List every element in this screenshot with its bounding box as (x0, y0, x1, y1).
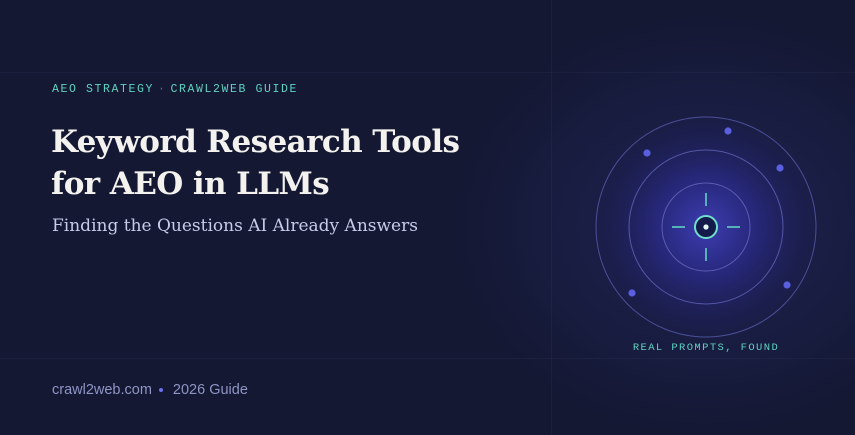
page-title-line-2: for AEO in LLMs (51, 166, 330, 202)
page-subtitle: Finding the Questions AI Already Answers (52, 216, 418, 236)
eyebrow-category: AEO STRATEGY (52, 83, 155, 96)
hero-banner: AEO STRATEGY · CRAWL2WEB GUIDE Keyword Res… (0, 0, 855, 435)
footer: crawl2web.com 2026 Guide (52, 382, 248, 398)
footer-site: crawl2web.com (52, 382, 152, 398)
orbit-dot (783, 281, 791, 289)
eyebrow-source: CRAWL2WEB GUIDE (170, 83, 299, 96)
page-title: Keyword Research Tools for AEO in LLMs (51, 121, 571, 205)
footer-separator-dot (158, 388, 163, 392)
grid-line (551, 0, 552, 435)
page-title-line-1: Keyword Research Tools (51, 124, 460, 160)
eyebrow-label: AEO STRATEGY · CRAWL2WEB GUIDE (52, 83, 298, 96)
target-bullseye-dot (703, 224, 709, 230)
eyebrow-separator: · (158, 83, 167, 96)
orbit-dot (643, 149, 651, 157)
target-crosshair-icon (595, 116, 817, 338)
grid-line (0, 72, 855, 73)
grid-line (0, 358, 855, 359)
footer-edition: 2026 Guide (172, 382, 248, 398)
orbit-dot (628, 289, 636, 297)
orbit-dot (776, 164, 784, 172)
illustration-caption: REAL PROMPTS, FOUND (632, 342, 780, 354)
orbit-dot (724, 127, 732, 135)
